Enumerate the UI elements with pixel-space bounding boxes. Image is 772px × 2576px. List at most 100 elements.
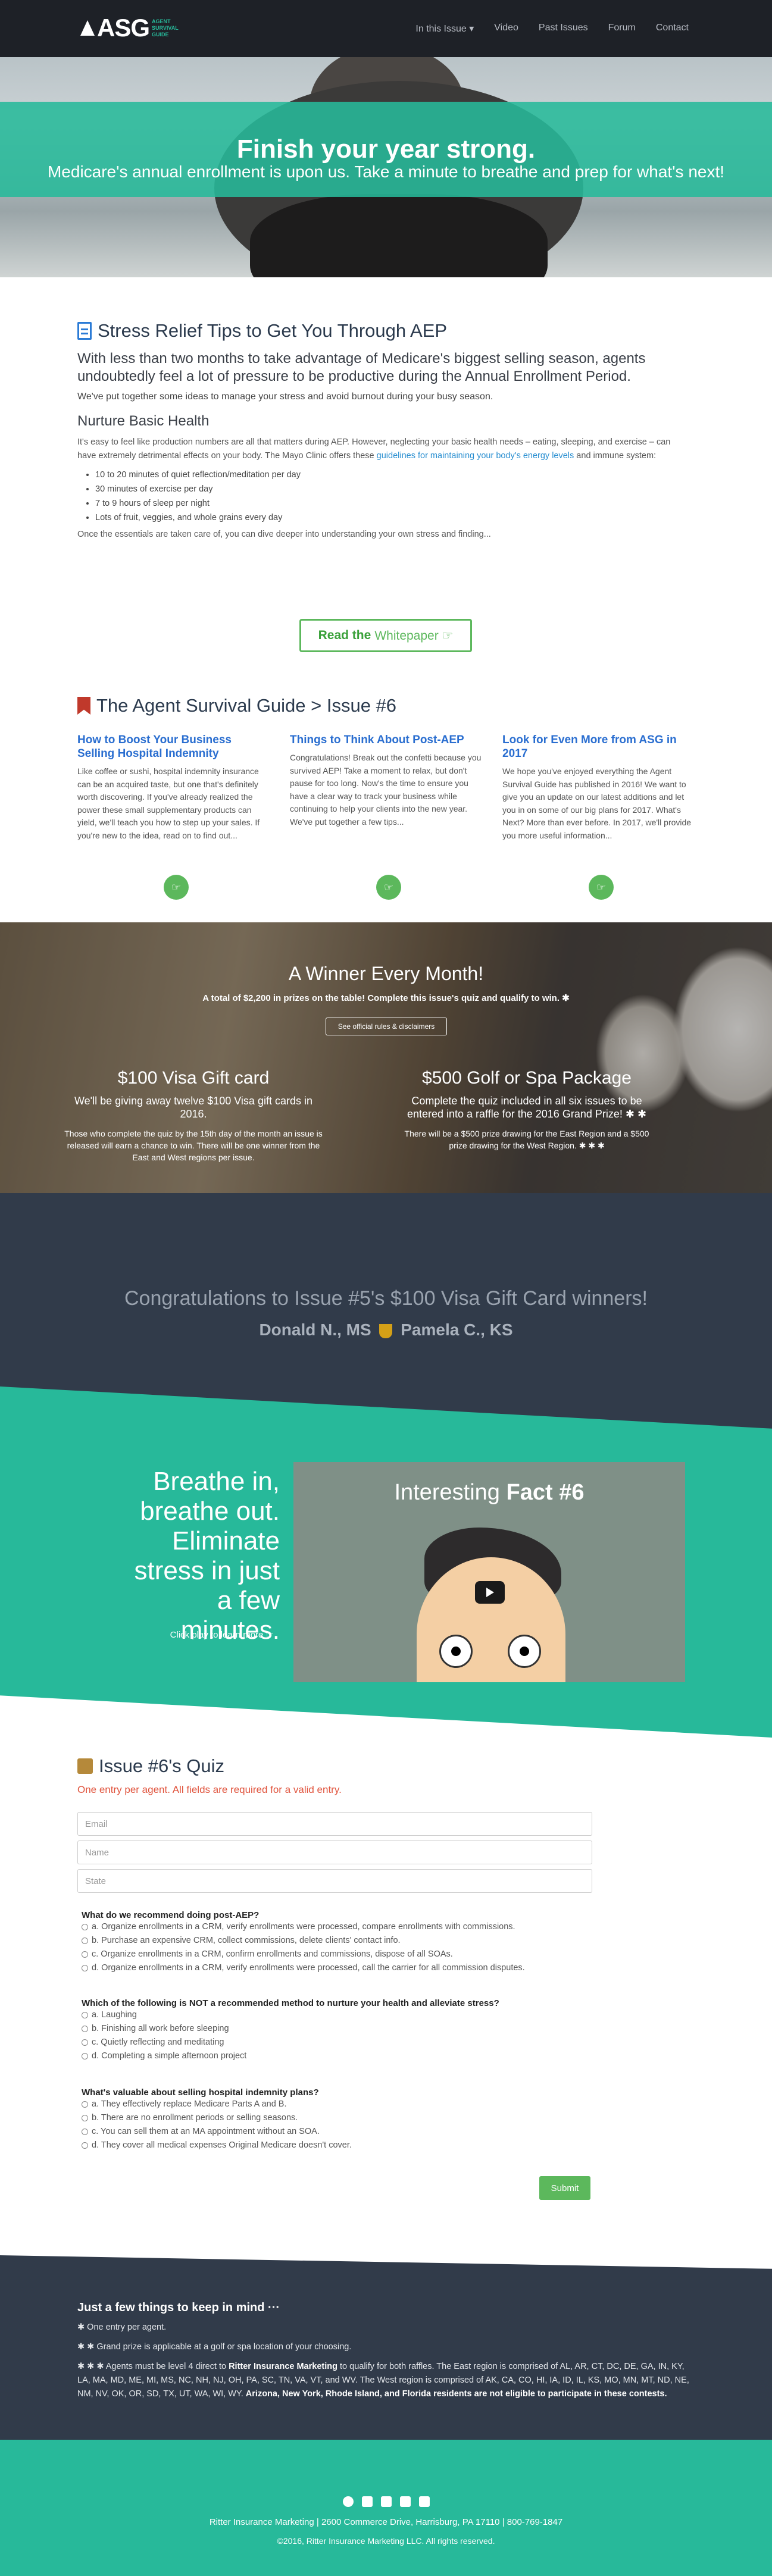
chat-icon[interactable] xyxy=(342,2496,354,2507)
asg-logo[interactable]: ASG AGENT SURVIVAL GUIDE xyxy=(80,15,187,40)
logo-mark-icon xyxy=(80,20,95,36)
answer-option[interactable]: a. They effectively replace Medicare Par… xyxy=(82,2098,605,2111)
answer-option[interactable]: c. Organize enrollments in a CRM, confir… xyxy=(82,1948,605,1961)
hero-title: Finish your year strong. xyxy=(236,134,536,164)
read-more-button[interactable]: ☞ xyxy=(376,875,401,900)
official-rules-button[interactable]: See official rules & disclaimers xyxy=(326,1018,447,1035)
logo-subtitle: AGENT SURVIVAL GUIDE xyxy=(152,18,179,37)
mayo-guidelines-link[interactable]: guidelines for maintaining your body's e… xyxy=(377,451,574,461)
answer-option[interactable]: b. Purchase an expensive CRM, collect co… xyxy=(82,1934,605,1948)
state-field[interactable]: State xyxy=(77,1869,592,1893)
article-intro: We've put together some ideas to manage … xyxy=(77,392,493,402)
name-field[interactable]: Name xyxy=(77,1841,592,1864)
article-body: It's easy to feel like production number… xyxy=(77,437,671,461)
card-text: We hope you've enjoyed everything the Ag… xyxy=(502,766,692,840)
linkedin-icon[interactable] xyxy=(418,2496,430,2507)
guide-heading: The Agent Survival Guide > Issue #6 xyxy=(77,695,396,716)
radio-button[interactable] xyxy=(82,2039,88,2046)
notes-content: Just a few things to keep in mind ··· ✱ … xyxy=(77,2301,696,2407)
radio-button[interactable] xyxy=(82,2142,88,2149)
read-more-button[interactable]: ☞ xyxy=(164,875,189,900)
winners-title: Congratulations to Issue #5's $100 Visa … xyxy=(124,1287,648,1310)
quiz-question: Which of the following is NOT a recommen… xyxy=(82,1998,605,2063)
play-icon[interactable] xyxy=(475,1581,505,1604)
radio-button[interactable] xyxy=(82,1938,88,1944)
winners-names: Donald N., MS Pamela C., KS xyxy=(259,1320,513,1339)
list-item: 7 to 9 hours of sleep per night xyxy=(95,496,690,511)
answer-option[interactable]: d. They cover all medical expenses Origi… xyxy=(82,2139,605,2152)
prize-line: We'll be giving away twelve $100 Visa gi… xyxy=(74,1095,312,1120)
article-section: Stress Relief Tips to Get You Through AE… xyxy=(77,320,690,539)
trophy-icon xyxy=(379,1323,393,1338)
footer xyxy=(0,2440,772,2576)
answer-option[interactable]: a. Laughing xyxy=(82,2008,605,2022)
quiz-question: What do we recommend doing post-AEP? a. … xyxy=(82,1910,605,1975)
quiz-question: What's valuable about selling hospital i… xyxy=(82,2087,605,2152)
youtube-icon[interactable] xyxy=(399,2496,411,2507)
card-title[interactable]: Look for Even More from ASG in 2017 xyxy=(502,733,696,760)
nav-item-contact[interactable]: Contact xyxy=(656,23,689,35)
twitter-icon[interactable] xyxy=(361,2496,373,2507)
answer-option[interactable]: b. Finishing all work before sleeping xyxy=(82,2022,605,2036)
article-title: Stress Relief Tips to Get You Through AE… xyxy=(77,320,690,342)
guide-columns: How to Boost Your Business Selling Hospi… xyxy=(77,733,696,906)
radio-button[interactable] xyxy=(82,2115,88,2121)
social-icons xyxy=(0,2496,772,2507)
prize-title: $100 Visa Gift card xyxy=(117,1068,270,1088)
answer-option[interactable]: a. Organize enrollments in a CRM, verify… xyxy=(82,1920,605,1934)
hero-photo-shirt xyxy=(250,194,548,277)
card-text: Like coffee or sushi, hospital indemnity… xyxy=(77,766,260,840)
footer-copyright: ©2016, Ritter Insurance Marketing LLC. A… xyxy=(277,2536,495,2546)
health-list: 10 to 20 minutes of quiet reflection/med… xyxy=(95,468,690,525)
card-title[interactable]: Things to Think About Post-AEP xyxy=(290,733,483,747)
read-whitepaper-button[interactable]: Read the Whitepaper ☞ xyxy=(299,619,472,652)
radio-button[interactable] xyxy=(82,2026,88,2032)
card-text: Congratulations! Break out the confetti … xyxy=(290,753,482,827)
radio-button[interactable] xyxy=(82,2012,88,2018)
radio-button[interactable] xyxy=(82,1924,88,1930)
radio-button[interactable] xyxy=(82,2053,88,2059)
golf-spa-prize-block: $500 Golf or Spa Package Complete the qu… xyxy=(396,1068,658,1151)
facebook-icon[interactable] xyxy=(380,2496,392,2507)
answer-option[interactable]: c. You can sell them at an MA appointmen… xyxy=(82,2125,605,2139)
radio-button[interactable] xyxy=(82,2101,88,2108)
nav-item-in-this-issue[interactable]: In this Issue ▾ xyxy=(415,23,474,35)
hero-subtitle: Medicare's annual enrollment is upon us.… xyxy=(47,162,725,181)
answer-option[interactable]: c. Quietly reflecting and meditating xyxy=(82,2036,605,2049)
video-player[interactable]: Interesting Fact #6 xyxy=(293,1462,685,1682)
nav-item-video[interactable]: Video xyxy=(494,23,518,35)
prize-description: Those who complete the quiz by the 15th … xyxy=(64,1129,323,1162)
answer-option[interactable]: b. There are no enrollment periods or se… xyxy=(82,2111,605,2125)
note-2: ✱ ✱ Grand prize is applicable at a golf … xyxy=(77,2342,352,2352)
quiz-requirements: One entry per agent. All fields are requ… xyxy=(77,1784,342,1795)
note-1: ✱ One entry per agent. xyxy=(77,2323,167,2332)
prize-line: Complete the quiz included in all six is… xyxy=(407,1095,647,1120)
quiz-header: Issue #6's Quiz One entry per agent. All… xyxy=(77,1755,601,1796)
email-field[interactable]: Email xyxy=(77,1812,592,1836)
article-subheading: Nurture Basic Health xyxy=(77,413,210,429)
learn-more-link[interactable]: Click play to learn more ☞ xyxy=(113,1629,274,1640)
quiz-title: Issue #6's Quiz xyxy=(77,1755,601,1777)
submit-button[interactable]: Submit xyxy=(539,2176,590,2200)
footer-address: Ritter Insurance Marketing | 2600 Commer… xyxy=(209,2517,563,2527)
note-3: ✱ ✱ ✱ Agents must be level 4 direct to R… xyxy=(77,2362,689,2399)
radio-button[interactable] xyxy=(82,2129,88,2135)
visa-prize-block: $100 Visa Gift card We'll be giving away… xyxy=(62,1068,324,1163)
list-item: 10 to 20 minutes of quiet reflection/med… xyxy=(95,468,690,482)
read-more-button[interactable]: ☞ xyxy=(589,875,614,900)
prize-description: There will be a $500 prize drawing for t… xyxy=(404,1129,649,1150)
notes-title: Just a few things to keep in mind ··· xyxy=(77,2301,280,2314)
contest-title: A Winner Every Month! xyxy=(288,963,484,984)
radio-button[interactable] xyxy=(82,1965,88,1971)
card-title[interactable]: How to Boost Your Business Selling Hospi… xyxy=(77,733,271,760)
bookmark-icon xyxy=(77,697,90,715)
radio-button[interactable] xyxy=(82,1951,88,1958)
answer-option[interactable]: d. Organize enrollments in a CRM, verify… xyxy=(82,1961,605,1975)
guide-article-card: Look for Even More from ASG in 2017 We h… xyxy=(502,733,696,906)
nav-item-forum[interactable]: Forum xyxy=(608,23,636,35)
nav-item-past-issues[interactable]: Past Issues xyxy=(539,23,588,35)
guide-article-card: Things to Think About Post-AEP Congratul… xyxy=(290,733,483,906)
prize-title: $500 Golf or Spa Package xyxy=(422,1068,632,1088)
answer-option[interactable]: d. Completing a simple afternoon project xyxy=(82,2049,605,2063)
guide-article-card: How to Boost Your Business Selling Hospi… xyxy=(77,733,271,906)
